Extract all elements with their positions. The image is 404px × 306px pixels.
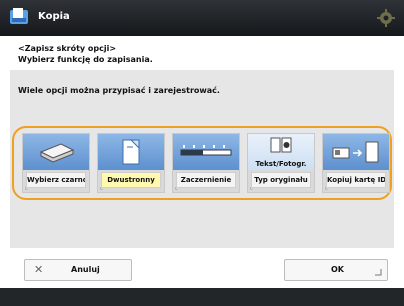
corner-mark: ⌞ bbox=[325, 184, 328, 191]
title-bar: Kopia bbox=[0, 0, 404, 36]
corner-mark: ⌞ bbox=[175, 184, 178, 191]
option-paper-selection[interactable]: Wybierz czarno ⌞ bbox=[22, 133, 90, 193]
option-duplex[interactable]: Dwustronny ⌞ bbox=[97, 133, 165, 193]
corner-mark: ⌞ bbox=[25, 184, 28, 191]
app-title: Kopia bbox=[38, 11, 70, 22]
option-label: Dwustronny bbox=[101, 172, 161, 188]
option-density[interactable]: Zaczernienie ⌞ bbox=[172, 133, 240, 193]
option-label: Zaczernienie bbox=[176, 172, 236, 188]
option-art bbox=[23, 134, 89, 170]
option-sub-label: Tekst/Fotogr. bbox=[255, 160, 307, 168]
ok-button[interactable]: OK bbox=[284, 259, 388, 281]
breadcrumb: <Zapisz skróty opcji> Wybierz funkcję do… bbox=[18, 43, 153, 65]
corner-mark: ⌞ bbox=[250, 184, 253, 191]
option-label: Kopiuj kartę ID bbox=[326, 172, 386, 188]
text-photo-icon bbox=[270, 137, 292, 153]
option-art bbox=[98, 134, 164, 170]
option-id-card-copy[interactable]: Kopiuj kartę ID ⌞ bbox=[322, 133, 390, 193]
cancel-button[interactable]: ✕ Anuluj bbox=[24, 259, 132, 281]
ok-label: OK bbox=[331, 265, 344, 274]
option-art bbox=[323, 134, 389, 170]
close-icon: ✕ bbox=[34, 263, 44, 276]
instruction-text: Wiele opcji można przypisać i zarejestro… bbox=[18, 86, 220, 95]
cancel-label: Anuluj bbox=[71, 265, 100, 274]
density-bar-icon bbox=[180, 145, 232, 156]
bottom-bar bbox=[0, 288, 404, 306]
option-label: Typ oryginału bbox=[251, 172, 311, 188]
paper-stack-icon bbox=[39, 143, 75, 163]
duplex-page-icon bbox=[122, 139, 140, 165]
option-original-type[interactable]: Tekst/Fotogr. Typ oryginału ⌞ bbox=[247, 133, 315, 193]
breadcrumb-path: <Zapisz skróty opcji> bbox=[18, 44, 117, 53]
copy-app-icon bbox=[10, 8, 28, 24]
gear-icon[interactable] bbox=[376, 8, 396, 28]
option-art bbox=[173, 134, 239, 170]
corner-mark-icon bbox=[375, 269, 382, 276]
breadcrumb-hint: Wybierz funkcję do zapisania. bbox=[18, 55, 153, 64]
option-label: Wybierz czarno bbox=[26, 172, 86, 188]
id-card-icon bbox=[332, 141, 379, 163]
corner-mark: ⌞ bbox=[100, 184, 103, 191]
